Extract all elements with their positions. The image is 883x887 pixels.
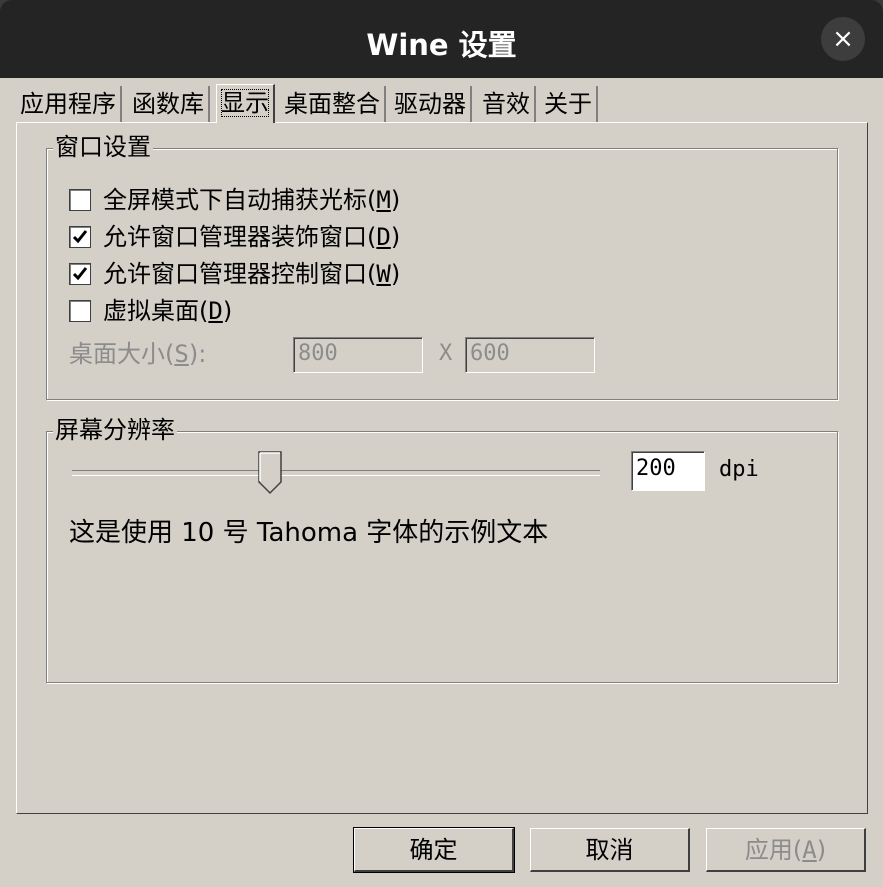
size-separator: X	[439, 341, 453, 366]
checkmark-icon	[72, 230, 88, 244]
dpi-slider-track[interactable]	[72, 470, 600, 476]
window-settings-group: 窗口设置 全屏模式下自动捕获光标(M) 允许窗口管理器装饰窗口(D) 允许窗口管…	[46, 133, 838, 400]
checkbox-box[interactable]	[69, 189, 91, 211]
cancel-button[interactable]: 取消	[530, 828, 690, 872]
close-icon[interactable]: ×	[821, 17, 865, 61]
dpi-unit-label: dpi	[719, 457, 759, 482]
tab-libraries[interactable]: 函数库	[128, 86, 210, 122]
resolution-group: 屏幕分辨率 200 dpi 这是使用 10 号 Tahoma 字体的示例文本	[46, 416, 838, 683]
dpi-input[interactable]: 200	[631, 451, 705, 491]
graphics-panel: 窗口设置 全屏模式下自动捕获光标(M) 允许窗口管理器装饰窗口(D) 允许窗口管…	[16, 122, 868, 814]
apply-button[interactable]: 应用(A)	[706, 828, 866, 872]
desktop-height-input[interactable]: 600	[465, 337, 595, 373]
desktop-width-input[interactable]: 800	[293, 337, 423, 373]
checkbox-box[interactable]	[69, 263, 91, 285]
ok-button[interactable]: 确定	[353, 827, 515, 873]
tab-drives[interactable]: 驱动器	[390, 86, 472, 122]
tab-audio[interactable]: 音效	[478, 86, 536, 122]
tab-desktop-integration[interactable]: 桌面整合	[280, 86, 386, 122]
dpi-slider-thumb[interactable]	[258, 451, 283, 495]
tab-graphics[interactable]: 显示	[216, 84, 275, 123]
checkmark-icon	[72, 267, 88, 281]
window-title: Wine 设置	[366, 28, 517, 62]
checkbox-box[interactable]	[69, 300, 91, 322]
dialog-body: 应用程序 函数库 显示 桌面整合 驱动器 音效 关于 窗口设置 全屏模式下自动捕…	[0, 78, 883, 887]
desktop-size-label: 桌面大小(S):	[69, 340, 207, 368]
window-settings-label: 窗口设置	[53, 133, 153, 161]
tab-about[interactable]: 关于	[540, 86, 598, 122]
tab-applications[interactable]: 应用程序	[16, 86, 122, 122]
checkbox-box[interactable]	[69, 226, 91, 248]
sample-text: 这是使用 10 号 Tahoma 字体的示例文本	[69, 518, 549, 548]
resolution-label: 屏幕分辨率	[53, 416, 177, 444]
title-bar: Wine 设置 ×	[0, 0, 883, 80]
